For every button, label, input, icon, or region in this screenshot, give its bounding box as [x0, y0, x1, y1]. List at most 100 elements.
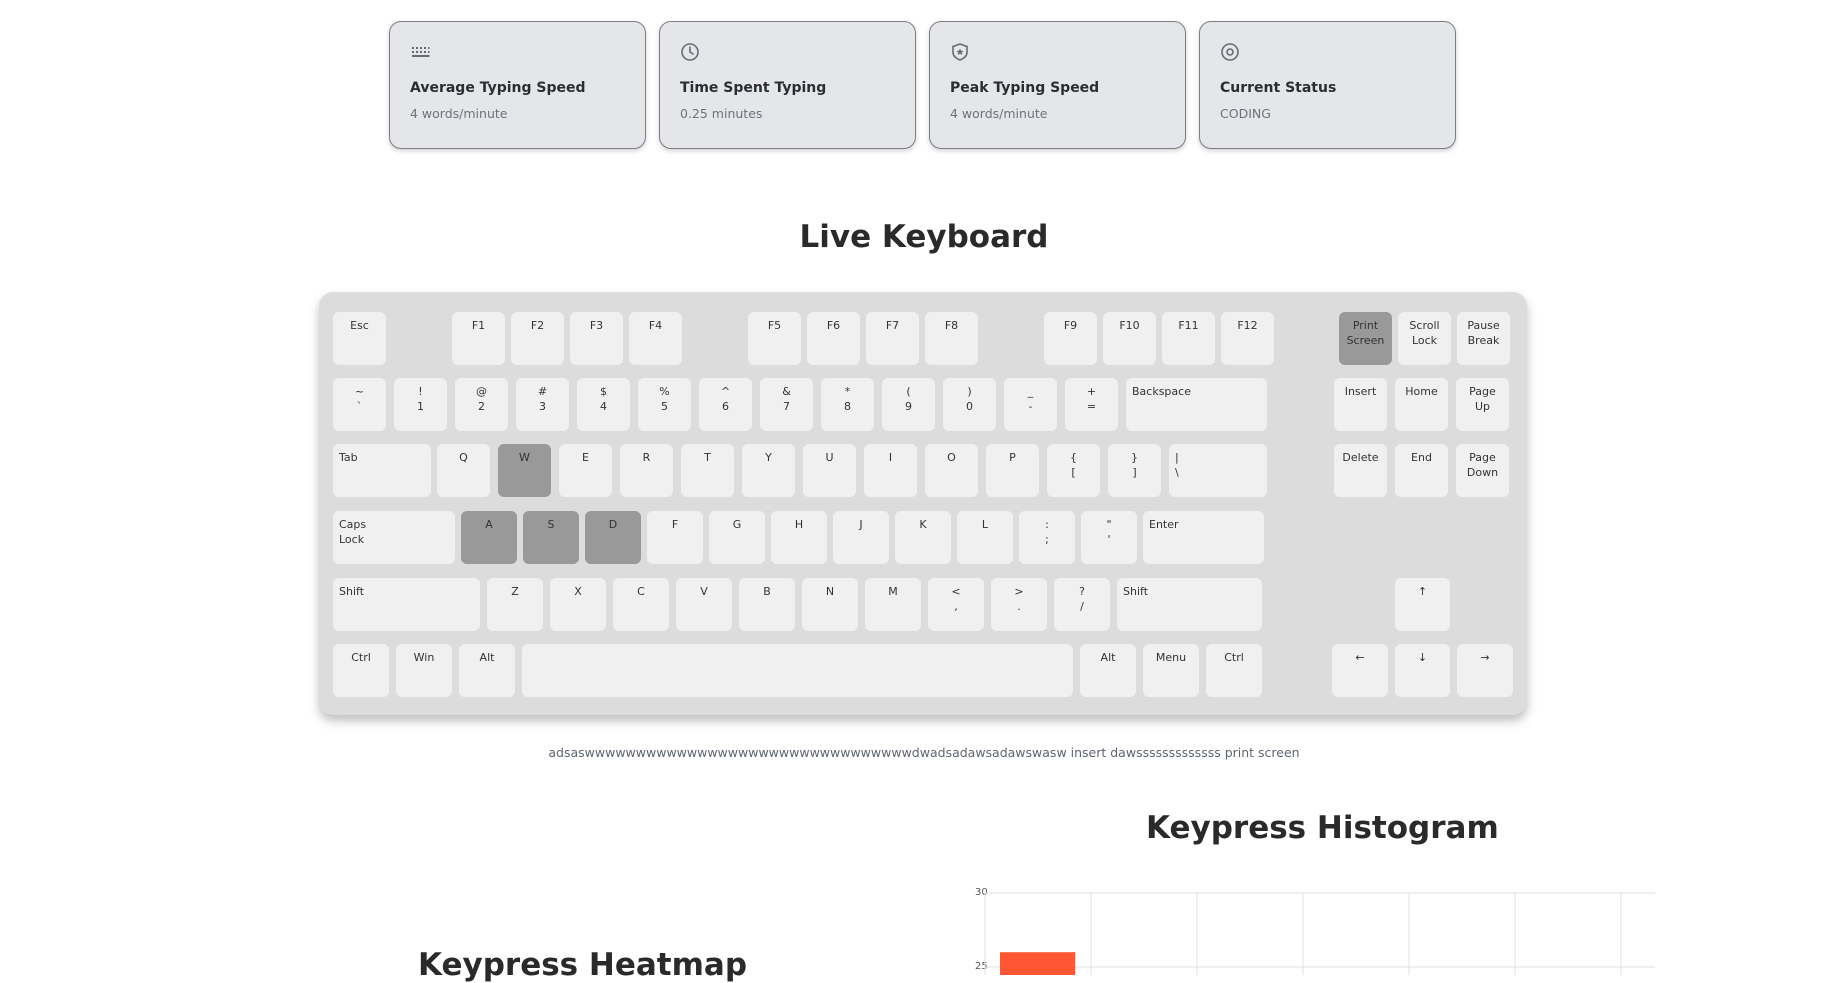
key-open-bracket: {[ — [1047, 444, 1100, 497]
key-menu: Menu — [1143, 644, 1199, 697]
histogram-title: Keypress Histogram — [1146, 810, 1499, 846]
key-arrow-left: ← — [1332, 644, 1388, 697]
histogram-bar — [1000, 952, 1075, 975]
stat-value: 4 words/minute — [410, 106, 508, 121]
key-t: T — [681, 444, 734, 497]
key-o: O — [925, 444, 978, 497]
stats-row: Average Typing Speed 4 words/minute Time… — [389, 21, 1457, 149]
key-f10: F10 — [1103, 312, 1156, 365]
key-f6: F6 — [807, 312, 860, 365]
key-equals: + = — [1065, 378, 1118, 431]
key-3: #3 — [516, 378, 569, 431]
key-shift-right: Shift — [1117, 578, 1262, 631]
key-b: B — [739, 578, 795, 631]
key-caps-lock: Caps Lock — [333, 511, 455, 564]
key-shift-left: Shift — [333, 578, 480, 631]
key-f7: F7 — [866, 312, 919, 365]
stat-title: Time Spent Typing — [680, 80, 827, 96]
key-i: I — [864, 444, 917, 497]
stat-title: Current Status — [1220, 80, 1337, 96]
key-f1: F1 — [452, 312, 505, 365]
stat-title: Peak Typing Speed — [950, 80, 1100, 96]
key-6: ^ 6 — [699, 378, 752, 431]
key-space — [522, 644, 1073, 697]
shield-star-icon — [952, 43, 968, 61]
key-semicolon: :; — [1019, 511, 1075, 564]
key-r: R — [620, 444, 673, 497]
stat-card-time-spent: Time Spent Typing 0.25 minutes — [659, 21, 916, 149]
key-f9: F9 — [1044, 312, 1097, 365]
key-tab: Tab — [333, 444, 431, 497]
key-c: C — [613, 578, 669, 631]
clock-icon — [681, 43, 699, 61]
key-ctrl-left: Ctrl — [333, 644, 389, 697]
key-scroll-lock: Scroll Lock — [1398, 312, 1451, 365]
key-close-bracket: }] — [1108, 444, 1161, 497]
key-insert: Insert — [1334, 378, 1387, 431]
typed-text: adsaswwwwwwwwwwwwwwwwwwwwwwwwwwwwwwwwdwa… — [548, 745, 1300, 760]
key-w: W — [498, 444, 551, 497]
key-8: * 8 — [821, 378, 874, 431]
key-m: M — [865, 578, 921, 631]
stat-card-current-status: Current Status CODING — [1199, 21, 1456, 149]
key-comma: <, — [928, 578, 984, 631]
key-u: U — [803, 444, 856, 497]
key-arrow-down: ↓ — [1395, 644, 1450, 697]
key-n: N — [802, 578, 858, 631]
key-minus: _ - — [1004, 378, 1057, 431]
key-v: V — [676, 578, 732, 631]
key-q: Q — [437, 444, 490, 497]
stat-card-average-speed: Average Typing Speed 4 words/minute — [389, 21, 646, 149]
key-arrow-right: → — [1457, 644, 1513, 697]
key-2: @2 — [455, 378, 508, 431]
key-win: Win — [396, 644, 452, 697]
key-enter: Enter — [1143, 511, 1264, 564]
key-slash: ? / — [1054, 578, 1110, 631]
key-quote: " ' — [1081, 511, 1137, 564]
key-page-down: Page Down — [1456, 444, 1509, 497]
key-l: L — [957, 511, 1013, 564]
key-x: X — [550, 578, 606, 631]
key-home: Home — [1395, 378, 1448, 431]
key-f11: F11 — [1162, 312, 1215, 365]
key-p: P — [986, 444, 1039, 497]
key-y: Y — [742, 444, 795, 497]
key-ctrl-right: Ctrl — [1206, 644, 1262, 697]
key-delete: Delete — [1334, 444, 1387, 497]
key-print-screen: Print Screen — [1339, 312, 1392, 365]
keypress-histogram: 30 25 — [975, 887, 1655, 975]
keyboard: Esc F1 F2 F3 F4 F5 F6 F7 F8 F9 F10 F11 F… — [319, 292, 1527, 715]
key-alt-left: Alt — [459, 644, 515, 697]
key-f2: F2 — [511, 312, 564, 365]
key-page-up: Page Up — [1456, 378, 1509, 431]
key-f: F — [647, 511, 703, 564]
stat-value: 4 words/minute — [950, 106, 1048, 121]
stat-value: 0.25 minutes — [680, 106, 763, 121]
eye-icon — [1221, 43, 1239, 61]
key-d: D — [585, 511, 641, 564]
key-period: >. — [991, 578, 1047, 631]
key-backspace: Backspace — [1126, 378, 1267, 431]
live-keyboard-title: Live Keyboard — [799, 219, 1049, 255]
key-h: H — [771, 511, 827, 564]
stat-title: Average Typing Speed — [410, 80, 586, 96]
key-arrow-up: ↑ — [1395, 578, 1450, 631]
key-e: E — [559, 444, 612, 497]
key-g: G — [709, 511, 765, 564]
key-f12: F12 — [1221, 312, 1274, 365]
stat-value: CODING — [1220, 106, 1271, 121]
key-end: End — [1395, 444, 1448, 497]
key-z: Z — [487, 578, 543, 631]
key-f4: F4 — [629, 312, 682, 365]
key-9: (9 — [882, 378, 935, 431]
key-4: $4 — [577, 378, 630, 431]
heatmap-title: Keypress Heatmap — [418, 947, 748, 983]
key-f3: F3 — [570, 312, 623, 365]
stat-card-peak-speed: Peak Typing Speed 4 words/minute — [929, 21, 1186, 149]
keyboard-icon — [412, 47, 430, 57]
key-pause-break: Pause Break — [1457, 312, 1510, 365]
key-f8: F8 — [925, 312, 978, 365]
key-a: A — [461, 511, 517, 564]
key-7: & 7 — [760, 378, 813, 431]
key-s: S — [523, 511, 579, 564]
